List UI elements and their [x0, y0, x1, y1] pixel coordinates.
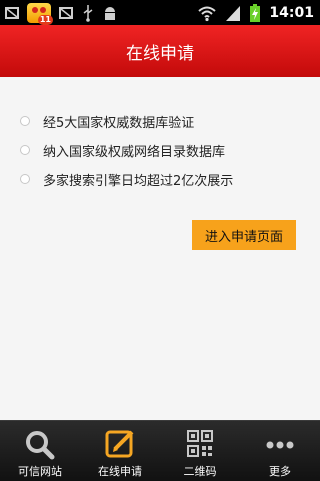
tab-more[interactable]: 更多 [240, 421, 320, 481]
edit-icon [101, 429, 139, 461]
feature-item: 经5大国家权威数据库验证 [20, 111, 194, 131]
status-bar: 11 14:01 [0, 0, 320, 25]
feature-text: 纳入国家级权威网络目录数据库 [43, 144, 226, 160]
search-icon [21, 429, 59, 461]
wifi-icon [197, 4, 217, 22]
feature-item: 多家搜索引擎日均超过2亿次展示 [20, 169, 233, 189]
tab-trusted-sites[interactable]: 可信网站 [0, 421, 80, 481]
bullet-icon [20, 145, 30, 155]
signal-icon [225, 4, 241, 22]
bullet-icon [20, 116, 30, 126]
bottom-tab-bar: 可信网站 在线申请 二维码 更多 [0, 420, 320, 481]
bullet-icon [20, 174, 30, 184]
tab-label: 可信网站 [18, 465, 62, 478]
tab-qr-code[interactable]: 二维码 [160, 421, 240, 481]
notification-count: 11 [37, 14, 53, 25]
tab-label: 二维码 [183, 465, 217, 478]
main-content: 经5大国家权威数据库验证 纳入国家级权威网络目录数据库 多家搜索引擎日均超过2亿… [0, 77, 320, 420]
enter-application-button[interactable]: 进入申请页面 [192, 220, 296, 250]
image-icon [4, 4, 20, 22]
status-bar-right: 14:01 [197, 2, 314, 23]
image-icon [58, 4, 74, 22]
tab-label: 更多 [269, 465, 291, 478]
android-debug-icon [102, 4, 118, 22]
tab-online-apply[interactable]: 在线申请 [80, 421, 160, 481]
more-icon [261, 429, 299, 461]
tab-label: 在线申请 [98, 465, 142, 478]
title-bar: 在线申请 [0, 25, 320, 77]
feature-item: 纳入国家级权威网络目录数据库 [20, 140, 225, 160]
battery-charging-icon [249, 3, 261, 22]
feature-text: 多家搜索引擎日均超过2亿次展示 [43, 173, 234, 189]
page-title: 在线申请 [126, 43, 194, 64]
status-bar-left: 11 [4, 2, 118, 25]
app-notification-icon: 11 [27, 2, 53, 25]
usb-icon [81, 4, 95, 22]
clock: 14:01 [269, 4, 314, 21]
feature-text: 经5大国家权威数据库验证 [43, 115, 195, 131]
qr-code-icon [181, 429, 219, 461]
